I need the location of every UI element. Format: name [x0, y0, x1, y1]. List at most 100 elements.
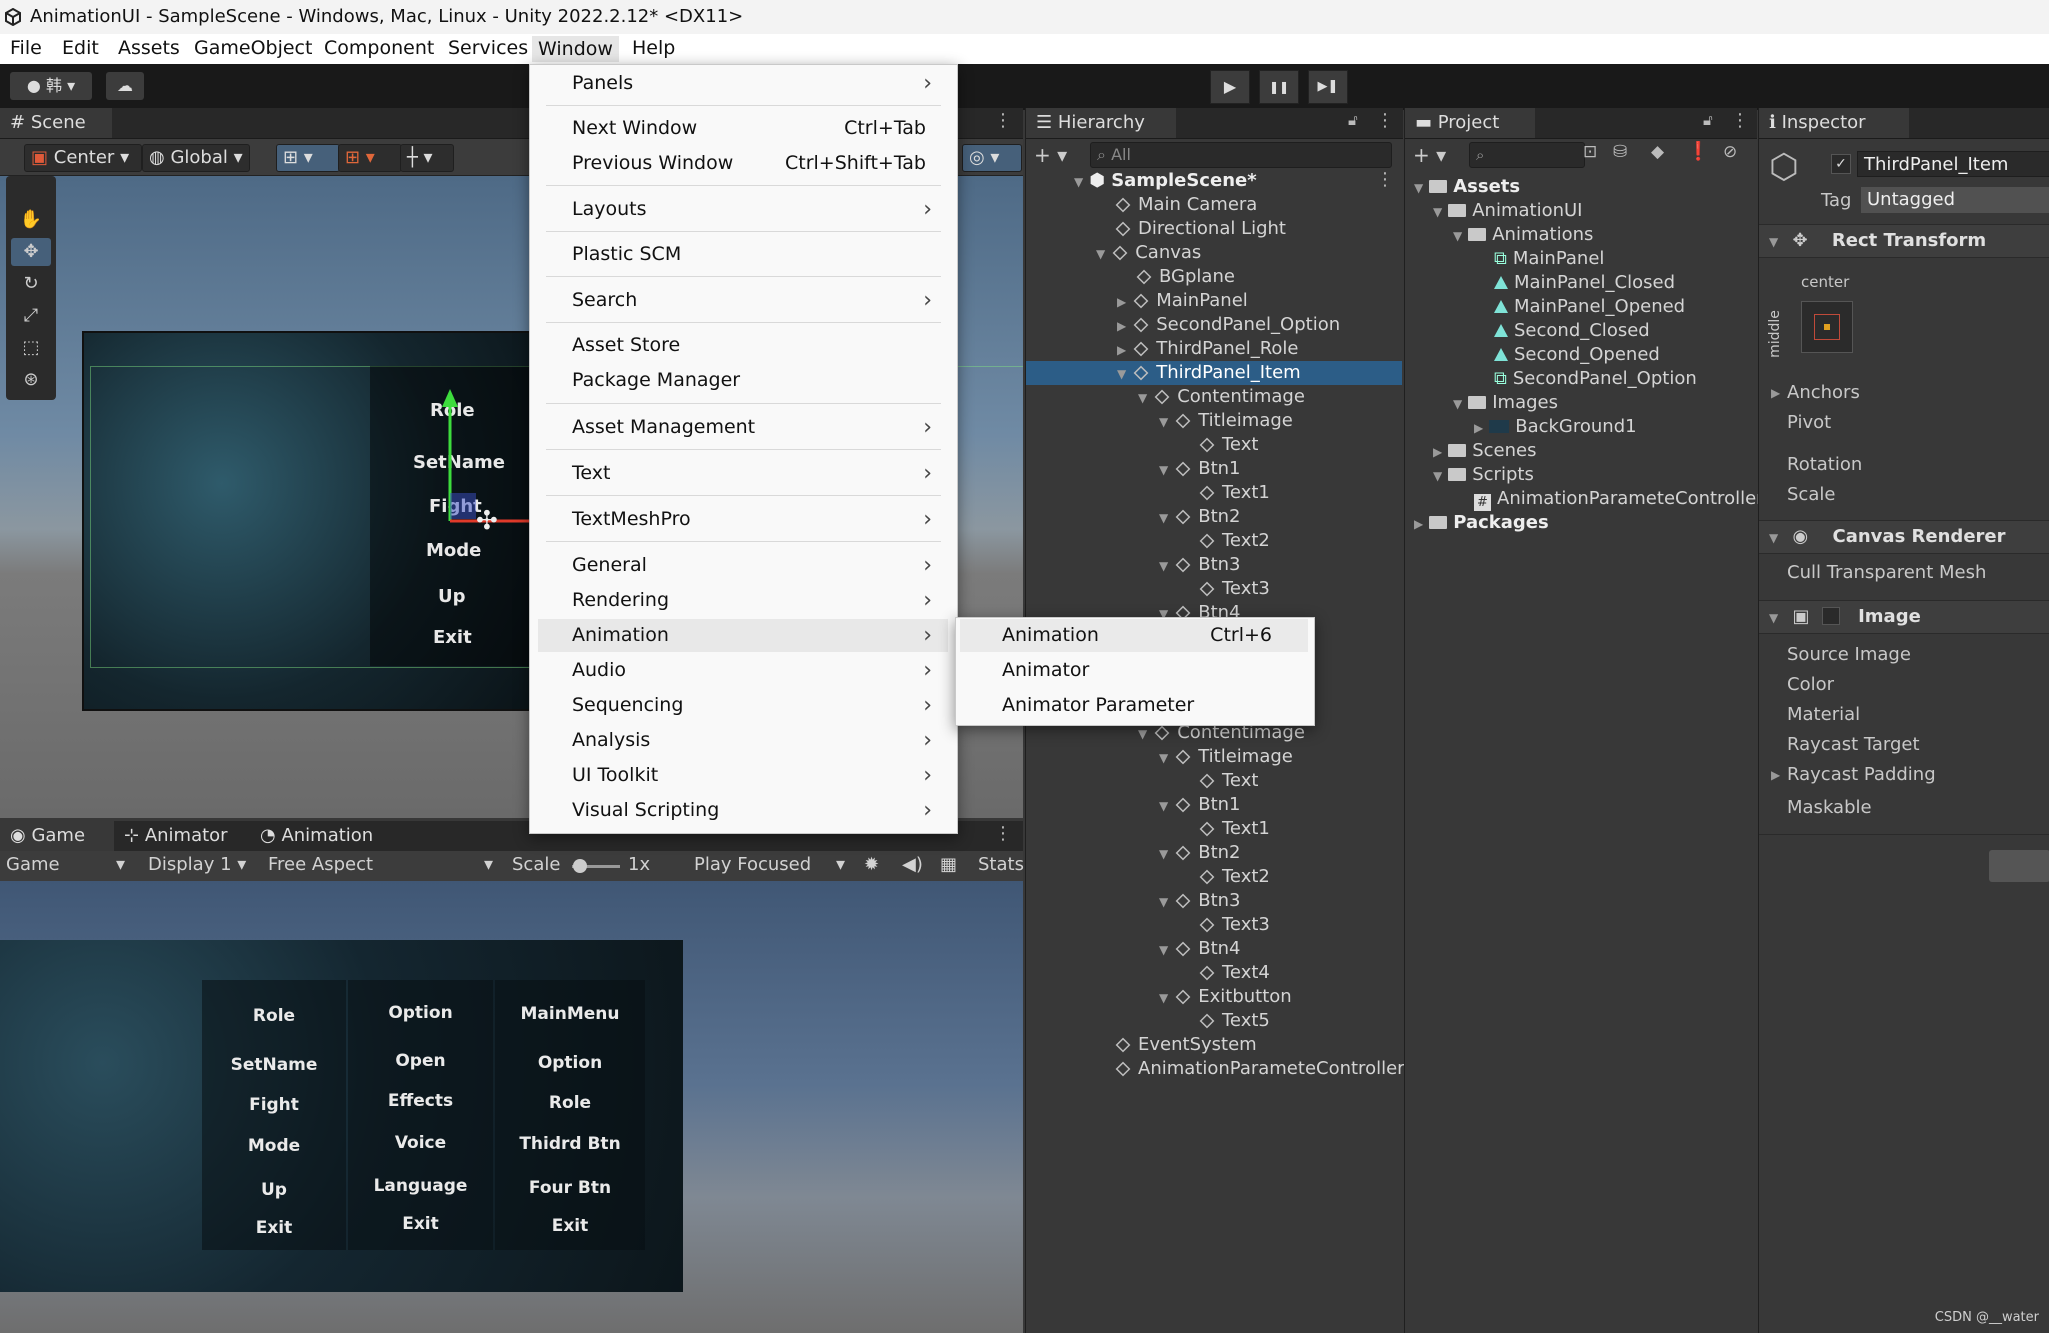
menu-item-next-window[interactable]: Next Window Ctrl+Tab: [538, 112, 948, 145]
hierarchy-item[interactable]: Text2: [1199, 865, 1270, 889]
menu-item-visual-scripting[interactable]: Visual Scripting ›: [538, 794, 948, 827]
aspect-dropdown[interactable]: Free Aspect: [268, 854, 373, 875]
cloud-button[interactable]: ☁: [106, 72, 144, 100]
expand-arrow-icon[interactable]: ▼: [1769, 235, 1778, 249]
hierarchy-item[interactable]: Text5: [1199, 1009, 1270, 1033]
pivot-center-dropdown[interactable]: ▣ Center ▾: [24, 144, 142, 172]
menu-item-layouts[interactable]: Layouts ›: [538, 193, 948, 226]
expand-arrow-icon[interactable]: ▼: [1138, 391, 1147, 405]
hierarchy-item[interactable]: ▼ Contentimage: [1138, 385, 1305, 409]
menu-item-plastic-scm[interactable]: Plastic SCM: [538, 238, 948, 271]
menu-file[interactable]: File: [10, 37, 42, 59]
menu-window[interactable]: Window: [532, 36, 619, 62]
menu-item-textmeshpro[interactable]: TextMeshPro ›: [538, 503, 948, 536]
rect-transform-section[interactable]: ▼ ✥ Rect Transform: [1759, 224, 2049, 258]
hierarchy-scene-root[interactable]: ▼ ⬢ SampleScene*: [1074, 169, 1257, 193]
collapse-arrow-icon[interactable]: ▶: [1474, 421, 1483, 435]
expand-arrow-icon[interactable]: ▼: [1159, 991, 1168, 1005]
menu-item-rendering[interactable]: Rendering ›: [538, 584, 948, 617]
hierarchy-item[interactable]: ▼ Canvas: [1096, 241, 1201, 265]
game-more-icon[interactable]: ⋮: [994, 823, 1012, 844]
project-item[interactable]: ▶ BackGround1: [1474, 415, 1637, 439]
expand-arrow-icon[interactable]: ▼: [1117, 367, 1126, 381]
hierarchy-item[interactable]: Text1: [1199, 817, 1270, 841]
submenu-item-animator-parameter[interactable]: Animator Parameter: [960, 689, 1308, 722]
tab-game[interactable]: ◉ Game: [0, 821, 120, 851]
collapse-arrow-icon[interactable]: ▶: [1771, 768, 1780, 782]
hierarchy-item[interactable]: Text2: [1199, 529, 1270, 553]
create-dropdown[interactable]: + ▾: [1413, 143, 1453, 167]
project-item[interactable]: ▼ Images: [1453, 391, 1558, 415]
hierarchy-search-input[interactable]: ⌕ All: [1090, 142, 1392, 168]
scene-more-icon[interactable]: ⋮: [1376, 169, 1394, 190]
game-mode-dropdown[interactable]: Game: [6, 854, 60, 875]
menu-services[interactable]: Services: [448, 37, 528, 59]
snap-increment-toggle[interactable]: ⊞ ▾: [338, 144, 402, 172]
menu-item-analysis[interactable]: Analysis ›: [538, 724, 948, 757]
menu-item-previous-window[interactable]: Previous Window Ctrl+Shift+Tab: [538, 147, 948, 180]
tab-scene[interactable]: # Scene: [0, 108, 112, 138]
hierarchy-item[interactable]: ▼ Titleimage: [1159, 745, 1293, 769]
active-checkbox[interactable]: ✓: [1831, 154, 1851, 174]
warning-icon[interactable]: ❗: [1687, 141, 1709, 162]
project-item[interactable]: ▶ Packages: [1414, 511, 1549, 535]
menu-item-search[interactable]: Search ›: [538, 284, 948, 317]
project-item[interactable]: MainPanel_Opened: [1494, 295, 1685, 319]
project-more-icon[interactable]: ⋮: [1731, 110, 1749, 131]
pause-button[interactable]: ❚❚: [1259, 70, 1299, 104]
ruler-toggle[interactable]: ┼ ▾: [400, 144, 454, 172]
transform-tool-icon[interactable]: ⊛: [11, 366, 51, 394]
menu-item-panels[interactable]: Panels ›: [538, 67, 948, 100]
filter-by-type-icon[interactable]: ⊡: [1583, 142, 1597, 162]
expand-arrow-icon[interactable]: ▼: [1074, 175, 1083, 189]
account-dropdown[interactable]: ● 韩 ▾: [10, 72, 92, 100]
add-component-button[interactable]: [1989, 850, 2049, 882]
menu-item-asset-management[interactable]: Asset Management ›: [538, 411, 948, 444]
image-section[interactable]: ▼ ▣ Image: [1759, 600, 2049, 634]
expand-arrow-icon[interactable]: ▼: [1159, 415, 1168, 429]
expand-arrow-icon[interactable]: ▼: [1433, 205, 1442, 219]
menu-item-text[interactable]: Text ›: [538, 457, 948, 490]
menu-help[interactable]: Help: [632, 37, 675, 59]
expand-arrow-icon[interactable]: ▼: [1159, 559, 1168, 573]
display-dropdown[interactable]: Display 1 ▾: [148, 854, 246, 875]
hierarchy-item[interactable]: ▼ Btn2: [1159, 841, 1241, 865]
hierarchy-item[interactable]: ▼ Btn1: [1159, 793, 1241, 817]
hierarchy-item[interactable]: Text: [1199, 433, 1258, 457]
rotate-tool-icon[interactable]: ↻: [11, 270, 51, 298]
move-gizmo-icon[interactable]: ✣: [430, 381, 540, 531]
hierarchy-item[interactable]: ▼ Btn4: [1159, 937, 1241, 961]
menu-item-ui-toolkit[interactable]: UI Toolkit ›: [538, 759, 948, 792]
hierarchy-item[interactable]: ▼ Exitbutton: [1159, 985, 1292, 1009]
expand-arrow-icon[interactable]: ▼: [1159, 943, 1168, 957]
expand-arrow-icon[interactable]: ▼: [1414, 181, 1423, 195]
canvas-renderer-section[interactable]: ▼ ◉ Canvas Renderer: [1759, 520, 2049, 554]
expand-arrow-icon[interactable]: ▼: [1159, 799, 1168, 813]
hierarchy-item[interactable]: AnimationParameteController: [1115, 1057, 1405, 1081]
expand-arrow-icon[interactable]: ▼: [1138, 727, 1147, 741]
expand-arrow-icon[interactable]: ▼: [1159, 511, 1168, 525]
anchors-label[interactable]: Anchors: [1787, 382, 1860, 403]
hierarchy-item-selected[interactable]: ▼ ThirdPanel_Item: [1117, 361, 1301, 385]
scale-tool-icon[interactable]: ⤢: [11, 302, 51, 330]
collapse-arrow-icon[interactable]: ▶: [1414, 517, 1423, 531]
filter-by-label-icon[interactable]: ⛁: [1613, 142, 1627, 162]
hierarchy-item[interactable]: Text1: [1199, 481, 1270, 505]
scale-slider-thumb[interactable]: [573, 859, 587, 873]
hierarchy-item[interactable]: Text3: [1199, 577, 1270, 601]
project-item[interactable]: ▼ Scripts: [1433, 463, 1534, 487]
project-item[interactable]: Second_Closed: [1494, 319, 1650, 343]
menu-assets[interactable]: Assets: [118, 37, 180, 59]
project-item[interactable]: Second_Opened: [1494, 343, 1660, 367]
rect-tool-icon[interactable]: ⬚: [11, 334, 51, 362]
scene-more-icon[interactable]: ⋮: [994, 110, 1012, 131]
grid-snap-toggle[interactable]: ⊞ ▾: [276, 144, 340, 172]
expand-arrow-icon[interactable]: ▼: [1159, 895, 1168, 909]
hierarchy-item[interactable]: ▶ SecondPanel_Option: [1117, 313, 1340, 337]
expand-arrow-icon[interactable]: ▼: [1096, 247, 1105, 261]
grid-icon[interactable]: ▦: [940, 854, 957, 875]
hierarchy-item[interactable]: ▶ ThirdPanel_Role: [1117, 337, 1299, 361]
image-enabled-checkbox[interactable]: [1821, 607, 1840, 625]
expand-arrow-icon[interactable]: ▼: [1159, 463, 1168, 477]
gizmo-toggle[interactable]: ◎ ▾: [962, 144, 1022, 172]
